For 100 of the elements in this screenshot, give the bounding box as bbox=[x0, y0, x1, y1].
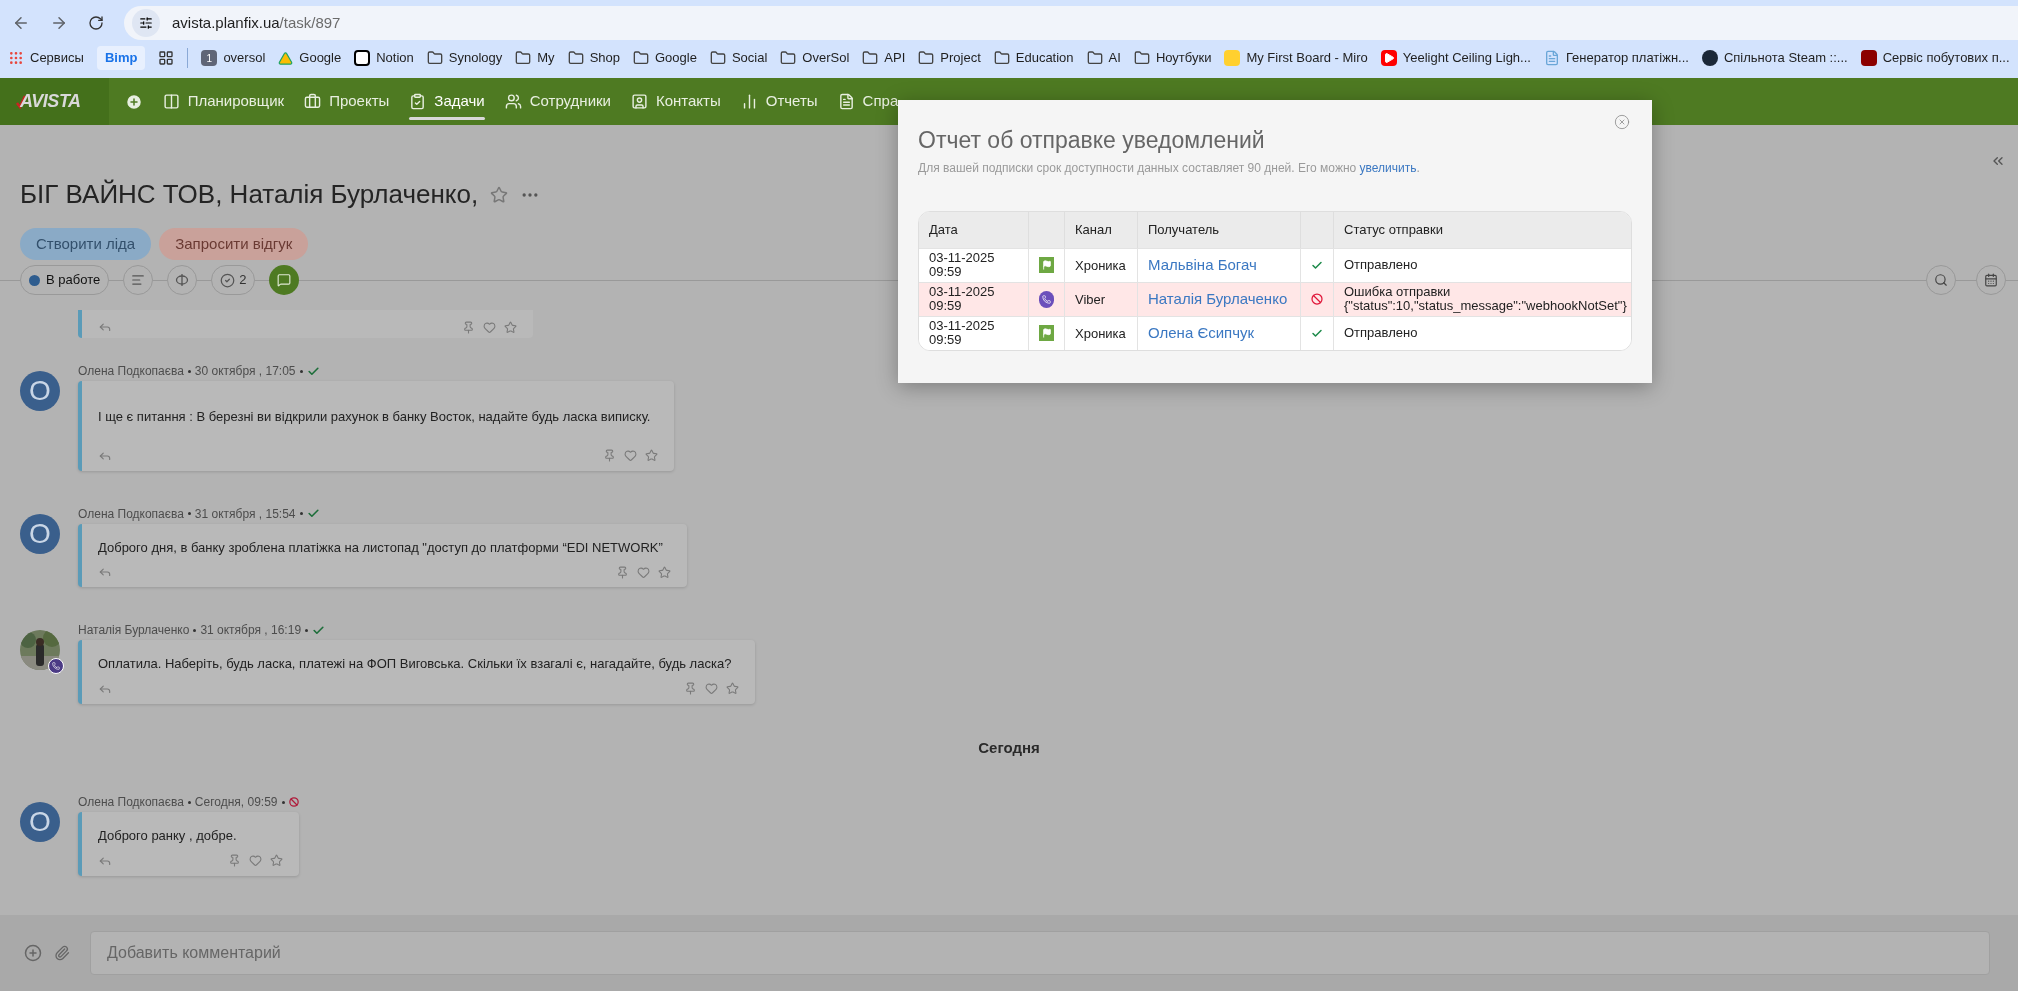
text-lines-icon bbox=[131, 273, 146, 287]
heart-icon[interactable] bbox=[483, 320, 496, 334]
nav-tab[interactable]: Спра bbox=[862, 90, 899, 113]
comment-author[interactable]: Олена Подкопаєва bbox=[78, 504, 184, 523]
logo-icon bbox=[1860, 50, 1877, 66]
bookmark[interactable]: Yeelight Ceiling Ligh... bbox=[1402, 48, 1531, 68]
nav-tab[interactable]: Отчеты bbox=[765, 90, 818, 113]
url-text: avista.planfix.ua/task/897 bbox=[172, 12, 341, 33]
bookmark[interactable]: My bbox=[537, 48, 555, 68]
pin-icon[interactable] bbox=[462, 320, 475, 334]
bookmark[interactable]: API bbox=[884, 48, 906, 68]
recipient-link[interactable]: Олена Єсипчук bbox=[1148, 322, 1255, 345]
table-cell: 03-11-2025 09:59 bbox=[929, 285, 995, 314]
action-button[interactable]: Запросити відгук bbox=[159, 228, 309, 260]
bookmark[interactable]: Генератор платіжн... bbox=[1565, 48, 1689, 68]
star-icon[interactable] bbox=[657, 565, 671, 579]
nav-tab[interactable]: Контакты bbox=[655, 90, 721, 113]
bookmark[interactable]: AI bbox=[1108, 48, 1121, 68]
bookmark[interactable]: Сервисы bbox=[30, 48, 84, 68]
calendar-button[interactable] bbox=[1976, 265, 2006, 295]
document-icon bbox=[837, 93, 855, 110]
pin-icon[interactable] bbox=[684, 682, 698, 695]
star-icon[interactable] bbox=[269, 854, 283, 867]
attach-icon[interactable] bbox=[54, 945, 70, 961]
folder-icon bbox=[633, 50, 649, 66]
pin-icon[interactable] bbox=[615, 565, 629, 579]
bookmark[interactable]: Google bbox=[299, 48, 342, 68]
comment-author[interactable]: Олена Подкопаєва bbox=[78, 362, 184, 380]
fields-button[interactable] bbox=[167, 265, 198, 295]
star-icon[interactable] bbox=[490, 185, 509, 204]
bookmark[interactable]: Social bbox=[731, 48, 768, 68]
heart-icon[interactable] bbox=[705, 682, 719, 695]
calendar-icon bbox=[1984, 273, 1998, 287]
pin-icon[interactable] bbox=[603, 449, 617, 462]
address-bar[interactable]: avista.planfix.ua/task/897 bbox=[124, 6, 2018, 40]
bookmark[interactable]: Bimp bbox=[96, 46, 146, 70]
comment-author[interactable]: Наталія Бурлаченко bbox=[78, 621, 190, 639]
site-info-icon[interactable] bbox=[132, 9, 160, 37]
comment-input[interactable]: Добавить комментарий bbox=[90, 931, 1990, 975]
bookmark[interactable]: OverSol bbox=[802, 48, 850, 68]
logo-icon bbox=[1224, 50, 1241, 66]
comment-text: Оплатила. Наберіть, будь ласка, платежі на ФОП Виговська. Скільки їх взагалі є, нагадайте, будь ласка? bbox=[98, 655, 733, 673]
comments-button[interactable] bbox=[269, 265, 300, 295]
nav-tab[interactable]: Сотрудники bbox=[529, 90, 611, 113]
briefcase-icon bbox=[304, 93, 322, 110]
number-badge: 1 bbox=[201, 50, 218, 66]
add-icon[interactable] bbox=[124, 92, 143, 111]
bookmark[interactable]: Ноутбуки bbox=[1155, 48, 1212, 68]
bookmark[interactable]: Спільнота Steam ::... bbox=[1723, 48, 1848, 68]
forward-icon[interactable] bbox=[50, 14, 68, 32]
bookmark[interactable]: Shop bbox=[589, 48, 620, 68]
task-title: БІГ ВАЙНС ТОВ, Наталія Бурлаченко, bbox=[20, 178, 479, 211]
heart-icon[interactable] bbox=[624, 449, 638, 462]
bookmark[interactable]: My First Board - Miro bbox=[1246, 48, 1368, 68]
heart-icon[interactable] bbox=[248, 854, 262, 867]
pin-icon[interactable] bbox=[227, 854, 241, 867]
checklist-button[interactable]: 2 bbox=[211, 265, 256, 295]
column-header: Статус отправки bbox=[1344, 221, 1443, 239]
description-button[interactable] bbox=[123, 265, 154, 295]
comment-author[interactable]: Олена Подкопаєва bbox=[78, 793, 184, 811]
triangle-icon bbox=[278, 50, 294, 66]
nav-tab[interactable]: Задачи bbox=[434, 90, 485, 113]
bookmark[interactable]: Notion bbox=[376, 48, 414, 68]
recipient-link[interactable]: Мальвіна Богач bbox=[1148, 254, 1257, 277]
bookmark[interactable]: oversol bbox=[223, 48, 266, 68]
play-icon bbox=[1380, 50, 1397, 66]
nav-tab[interactable]: Проекты bbox=[329, 90, 390, 113]
star-icon[interactable] bbox=[726, 682, 740, 695]
grid-icon[interactable] bbox=[158, 50, 175, 66]
star-icon[interactable] bbox=[504, 320, 517, 334]
bookmark[interactable]: Сервіс побутових п... bbox=[1882, 48, 2010, 68]
table-cell: Ошибка отправки {"status":10,"status_message":"webhookNotSet"} bbox=[1344, 285, 1627, 314]
contact-card-icon bbox=[630, 93, 648, 110]
viber-badge-icon bbox=[48, 658, 64, 674]
folder-icon bbox=[1133, 50, 1150, 66]
columns-icon bbox=[162, 93, 180, 110]
bookmark[interactable]: Synology bbox=[448, 48, 503, 68]
star-icon[interactable] bbox=[645, 449, 659, 462]
reply-icon[interactable] bbox=[98, 565, 112, 579]
clipboard-icon bbox=[409, 93, 427, 110]
bookmark[interactable]: Education bbox=[1015, 48, 1074, 68]
table-cell-text: Хроника bbox=[1075, 324, 1126, 343]
close-icon[interactable] bbox=[1614, 114, 1630, 130]
status-button[interactable]: В работе bbox=[20, 265, 110, 295]
check-circle-icon bbox=[220, 272, 236, 288]
back-icon[interactable] bbox=[12, 14, 30, 32]
heart-icon[interactable] bbox=[636, 565, 650, 579]
add-icon[interactable] bbox=[24, 944, 42, 962]
action-button[interactable]: Створити ліда bbox=[20, 228, 152, 260]
comment-date: Сегодня, 09:59 bbox=[194, 794, 278, 811]
recipient-link[interactable]: Наталія Бурлаченко bbox=[1148, 288, 1288, 311]
comment-date: 31 октября , 15:54 bbox=[194, 505, 296, 523]
bookmark[interactable]: Google bbox=[655, 48, 697, 68]
nav-tab[interactable]: Планировщик bbox=[187, 90, 285, 113]
bookmark[interactable]: Project bbox=[940, 48, 981, 68]
reply-icon[interactable] bbox=[98, 320, 112, 334]
search-button[interactable] bbox=[1926, 265, 1956, 295]
folder-icon bbox=[780, 50, 797, 66]
increase-link[interactable]: увеличить bbox=[1359, 160, 1417, 175]
reload-icon[interactable] bbox=[88, 15, 104, 31]
